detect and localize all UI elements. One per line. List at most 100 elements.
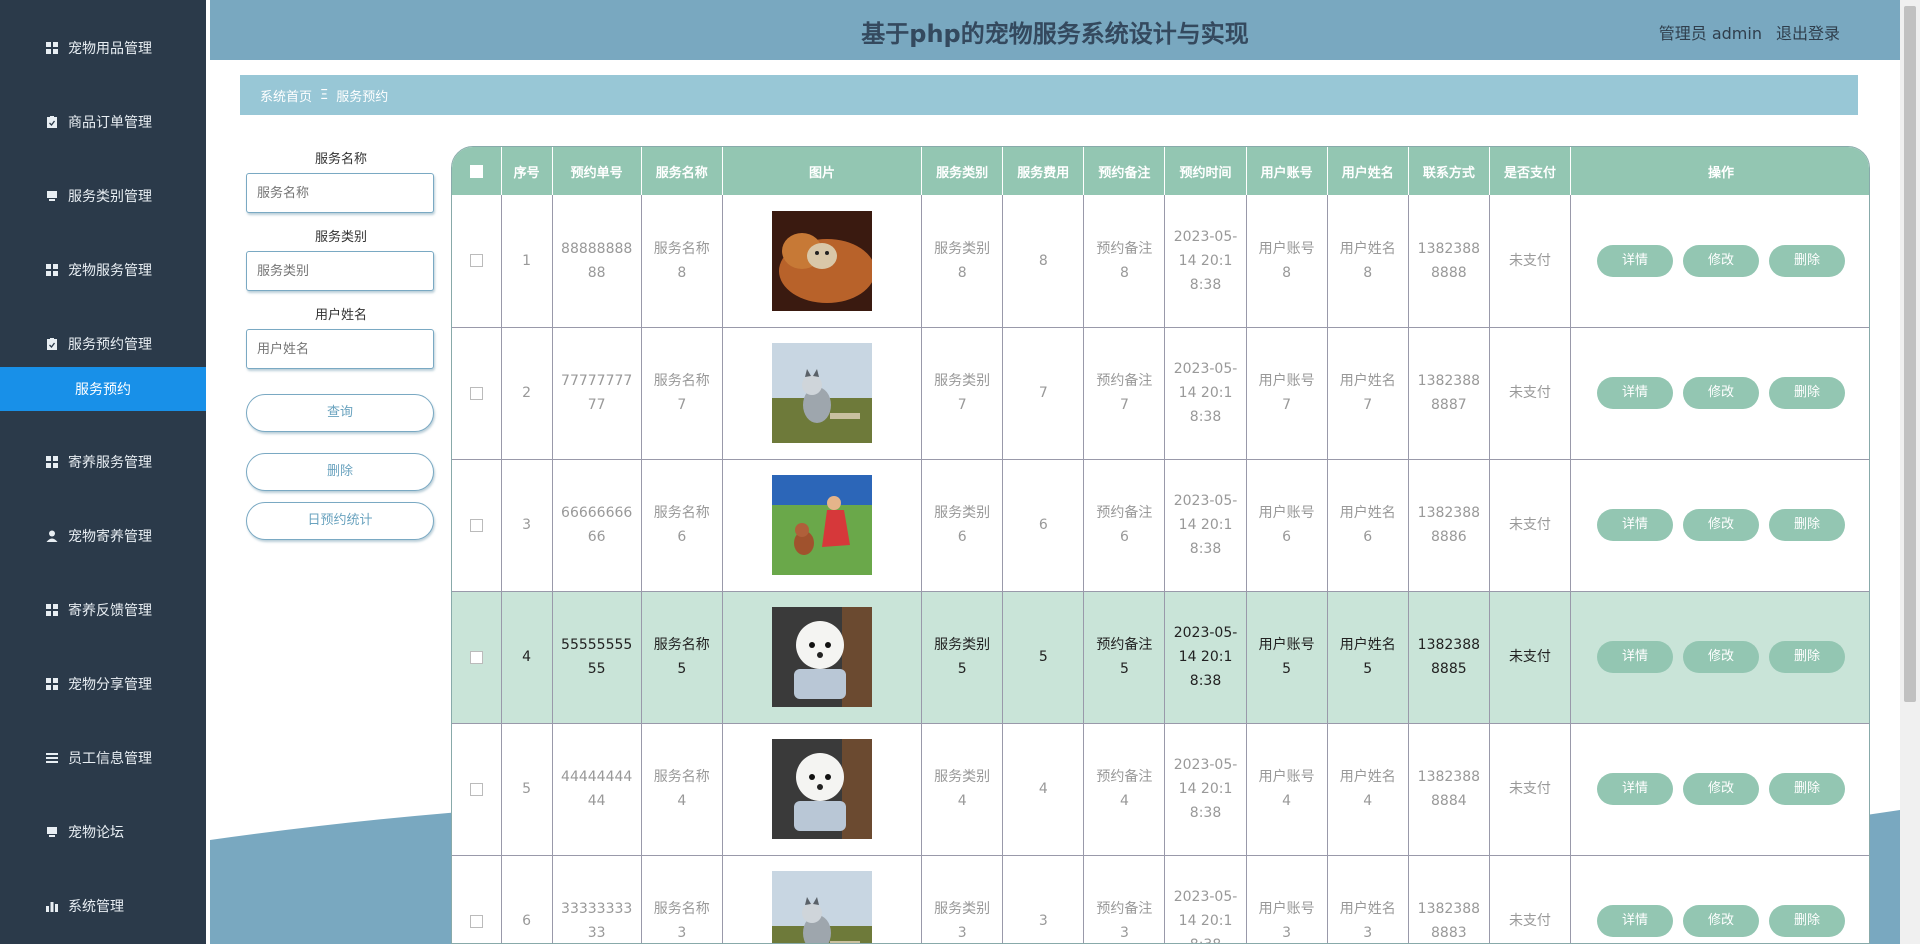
detail-button[interactable]: 详情 xyxy=(1597,509,1673,541)
column-header: 服务类别 xyxy=(921,147,1004,195)
row-checkbox[interactable] xyxy=(469,914,483,928)
row-checkbox[interactable] xyxy=(469,518,483,532)
cell-image xyxy=(722,723,923,856)
edit-button[interactable]: 修改 xyxy=(1683,905,1759,937)
sidebar-item-staff-info[interactable]: 员工信息管理 xyxy=(0,736,206,780)
grid-icon xyxy=(45,263,59,277)
cell-phone: 13823888885 xyxy=(1408,591,1490,724)
daily-stats-button[interactable]: 日预约统计 xyxy=(246,502,434,540)
column-header: 预约时间 xyxy=(1164,147,1247,195)
column-header: 用户姓名 xyxy=(1327,147,1409,195)
table-header-row: 序号 预约单号 服务名称 图片 服务类别 服务费用 预约备注 预约时间 用户账号… xyxy=(452,147,1869,195)
breadcrumb: 系统首页 Ξ 服务预约 xyxy=(240,75,1858,115)
cell-remark: 预约备注4 xyxy=(1083,723,1166,856)
cell-no: 2 xyxy=(501,327,553,460)
row-checkbox[interactable] xyxy=(469,650,483,664)
sidebar-item-label: 服务预约管理 xyxy=(68,337,152,353)
cell-service-type: 服务类别6 xyxy=(921,459,1004,592)
cell-image xyxy=(722,327,923,460)
service-name-input[interactable] xyxy=(246,173,434,213)
service-type-label: 服务类别 xyxy=(314,230,367,245)
row-checkbox[interactable] xyxy=(469,386,483,400)
table-row: 2 7777777777 服务名称7 服务类别7 7 预约备注7 2023-05-14 20… xyxy=(452,327,1869,460)
cell-order-number: 5555555555 xyxy=(552,591,642,724)
sidebar-item-service-booking-mgmt[interactable]: 服务预约管理 xyxy=(0,322,206,366)
detail-button[interactable]: 详情 xyxy=(1597,773,1673,805)
sidebar-item-pet-boarding[interactable]: 宠物寄养管理 xyxy=(0,514,206,558)
grid-icon xyxy=(45,41,59,55)
row-actions: 详情 修改 删除 xyxy=(1579,641,1863,673)
sidebar-subitem-service-booking[interactable]: 服务预约 xyxy=(0,367,206,411)
cell-user-name: 用户姓名5 xyxy=(1327,591,1409,724)
detail-button[interactable]: 详情 xyxy=(1597,377,1673,409)
cell-phone: 13823888888 xyxy=(1408,195,1490,328)
delete-row-button[interactable]: 删除 xyxy=(1769,377,1845,409)
cell-image xyxy=(722,195,923,328)
sidebar-item-pet-sharing[interactable]: 宠物分享管理 xyxy=(0,662,206,706)
row-checkbox[interactable] xyxy=(469,254,483,268)
detail-button[interactable]: 详情 xyxy=(1597,905,1673,937)
row-checkbox[interactable] xyxy=(469,782,483,796)
breadcrumb-home[interactable]: 系统首页 xyxy=(260,86,312,105)
sidebar-item-service-types[interactable]: 服务类别管理 xyxy=(0,174,206,218)
cell-phone: 13823888886 xyxy=(1408,459,1490,592)
detail-button[interactable]: 详情 xyxy=(1597,244,1673,277)
delete-button[interactable]: 删除 xyxy=(246,453,434,491)
cell-phone: 13823888884 xyxy=(1408,723,1490,856)
cell-service-name: 服务名称4 xyxy=(641,723,723,856)
column-header: 联系方式 xyxy=(1408,147,1490,195)
cell-service-name: 服务名称8 xyxy=(641,195,723,328)
scrollbar-thumb[interactable] xyxy=(1904,6,1916,702)
cell-user-name: 用户姓名3 xyxy=(1327,855,1409,943)
white-poodle-photo xyxy=(771,739,872,839)
service-type-input[interactable] xyxy=(246,251,434,291)
edit-button[interactable]: 修改 xyxy=(1683,773,1759,805)
delete-row-button[interactable]: 删除 xyxy=(1769,244,1845,277)
cell-user-account: 用户账号3 xyxy=(1246,855,1328,943)
sidebar-item-pet-supplies[interactable]: 宠物用品管理 xyxy=(0,26,206,70)
cell-user-account: 用户账号7 xyxy=(1246,327,1328,460)
cell-booking-time: 2023-05-14 20:18:38 xyxy=(1164,459,1247,592)
edit-button[interactable]: 修改 xyxy=(1683,244,1759,277)
sidebar-item-pet-forum[interactable]: 宠物论坛 xyxy=(0,810,206,854)
row-select-cell xyxy=(452,591,502,724)
edit-button[interactable]: 修改 xyxy=(1683,641,1759,673)
column-header: 是否支付 xyxy=(1489,147,1572,195)
edit-button[interactable]: 修改 xyxy=(1683,509,1759,541)
delete-row-button[interactable]: 删除 xyxy=(1769,773,1845,805)
top-header: 基于php的宠物服务系统设计与实现 管理员 admin 退出登录 xyxy=(210,0,1900,60)
cell-service-type: 服务类别3 xyxy=(921,855,1004,943)
sidebar-item-system[interactable]: 系统管理 xyxy=(0,884,206,928)
detail-button[interactable]: 详情 xyxy=(1597,641,1673,673)
girl-poodle-photo xyxy=(771,475,872,575)
cell-service-fee: 4 xyxy=(1002,723,1085,856)
sidebar-item-pet-services[interactable]: 宠物服务管理 xyxy=(0,248,206,292)
row-select-cell xyxy=(452,195,502,328)
cell-paid-status: 未支付 xyxy=(1489,855,1572,943)
cell-remark: 预约备注3 xyxy=(1083,855,1166,943)
user-name-input[interactable] xyxy=(246,329,434,369)
cell-no: 4 xyxy=(501,591,553,724)
cell-image xyxy=(722,855,923,943)
table-row: 5 4444444444 服务名称4 服务类别4 4 预约备注4 2023-05-14 20… xyxy=(452,723,1869,856)
delete-row-button[interactable]: 删除 xyxy=(1769,905,1845,937)
edit-button[interactable]: 修改 xyxy=(1683,377,1759,409)
select-all-checkbox[interactable] xyxy=(469,164,483,178)
row-actions: 详情 修改 删除 xyxy=(1579,773,1863,805)
cell-service-type: 服务类别5 xyxy=(921,591,1004,724)
husky-photo xyxy=(771,871,872,943)
user-info: 管理员 admin 退出登录 xyxy=(1659,20,1840,44)
sidebar-item-boarding-feedback[interactable]: 寄养反馈管理 xyxy=(0,588,206,632)
sidebar-item-label: 宠物寄养管理 xyxy=(68,529,152,545)
sidebar-item-product-orders[interactable]: 商品订单管理 xyxy=(0,100,206,144)
sidebar-item-boarding-services[interactable]: 寄养服务管理 xyxy=(0,440,206,484)
delete-row-button[interactable]: 删除 xyxy=(1769,509,1845,541)
query-button[interactable]: 查询 xyxy=(246,394,434,432)
sidebar-subitem-label: 服务预约 xyxy=(75,382,131,398)
row-select-cell xyxy=(452,855,502,943)
table-row: 3 6666666666 服务名称6 服务类别6 6 预约备注6 2023-05-14 20… xyxy=(452,459,1869,592)
page-scrollbar[interactable] xyxy=(1900,0,1920,944)
delete-row-button[interactable]: 删除 xyxy=(1769,641,1845,673)
cell-order-number: 8888888888 xyxy=(552,195,642,328)
logout-link[interactable]: 退出登录 xyxy=(1776,20,1840,44)
